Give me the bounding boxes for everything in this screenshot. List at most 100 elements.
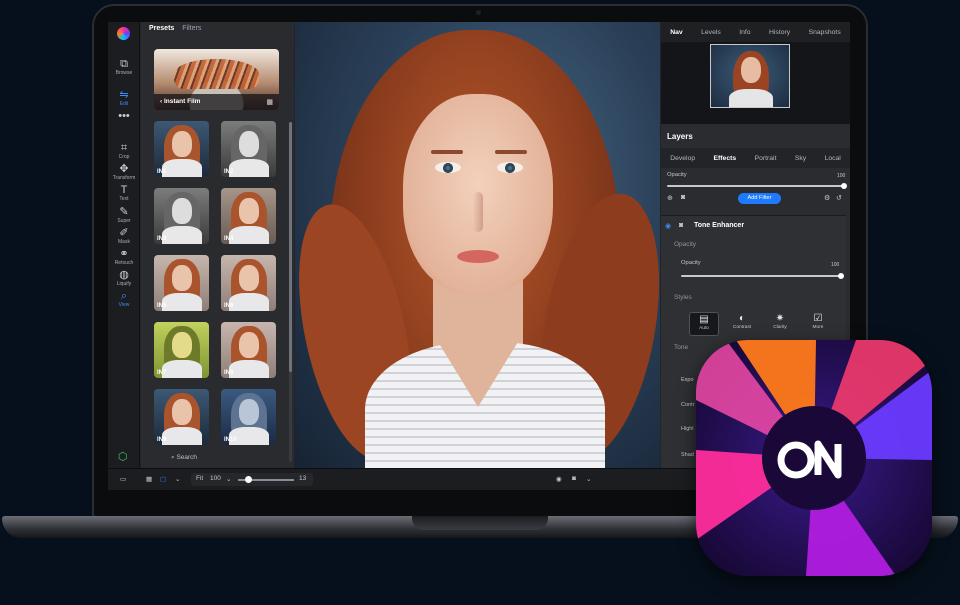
opacity-label: Opacity: [667, 172, 687, 178]
zoom-slider-value: 13: [299, 475, 307, 482]
preset-label: IN3: [157, 236, 167, 242]
panel-toggle-icon[interactable]: ▭: [120, 475, 126, 483]
tab-snapshots[interactable]: Snapshots: [809, 29, 841, 36]
tab-presets[interactable]: Presets: [149, 25, 174, 37]
preset-thumb[interactable]: IN2: [221, 121, 276, 177]
reset-icon[interactable]: ↺: [836, 194, 842, 202]
preset-thumb[interactable]: IN10: [221, 389, 276, 445]
zoom-chevron-icon[interactable]: ⌄: [226, 475, 231, 483]
preset-thumb[interactable]: IN7: [154, 322, 209, 378]
preset-thumb[interactable]: IN6: [221, 255, 276, 311]
preset-thumb[interactable]: IN5: [154, 255, 209, 311]
preset-thumb[interactable]: IN8: [221, 322, 276, 378]
tab-levels[interactable]: Levels: [701, 29, 721, 36]
preview-eye-icon[interactable]: ◉: [556, 475, 562, 483]
tool-super[interactable]: ✎ Super: [108, 206, 140, 224]
preset-label: IN4: [224, 236, 234, 242]
tool-liquify[interactable]: ◍ Liquify: [108, 269, 140, 287]
preset-label: IN8: [224, 370, 234, 376]
view-icon: ⌕: [120, 290, 128, 302]
tab-nav[interactable]: Nav: [670, 29, 682, 36]
retouch-icon: ⚭: [119, 248, 129, 260]
filter-mask-icon[interactable]: ◙: [679, 222, 683, 229]
laptop-camera: [476, 10, 481, 15]
app-icon-logo: [696, 340, 932, 576]
main-photo-canvas[interactable]: [295, 22, 660, 468]
zoom-value[interactable]: 100: [210, 475, 221, 482]
add-filter-button[interactable]: Add Filter: [738, 193, 781, 204]
filter-toggle-icon[interactable]: ◉: [665, 222, 671, 230]
preset-thumb[interactable]: IN3: [154, 188, 209, 244]
tab-effects[interactable]: Effects: [714, 155, 737, 162]
preset-label: IN6: [224, 303, 234, 309]
tool-retouch[interactable]: ⚭ Retouch: [108, 248, 140, 266]
tab-info[interactable]: Info: [739, 29, 750, 36]
tool-view[interactable]: ⌕ View: [108, 290, 140, 308]
layers-title: Layers: [667, 132, 693, 141]
edit-sliders-icon: ⇋: [119, 89, 129, 101]
style-contrast-button[interactable]: ◐ Contrast: [727, 312, 757, 336]
browse-icon: ⧉: [120, 58, 128, 70]
preset-label: IN1: [157, 169, 167, 175]
tool-edit[interactable]: ⇋ Edit: [108, 89, 140, 107]
tone-slider-label: Highl: [681, 426, 694, 432]
tab-local[interactable]: Local: [825, 155, 841, 162]
tone-slider-label: Contr: [681, 402, 695, 408]
tool-crop[interactable]: ⌗ Crop: [108, 142, 140, 160]
preset-label: IN5: [157, 303, 167, 309]
preset-label: IN7: [157, 370, 167, 376]
gear-icon[interactable]: ⚙: [824, 194, 830, 202]
more-icon: ☑: [813, 313, 823, 324]
tab-filters[interactable]: Filters: [182, 25, 201, 37]
grid-view-icon[interactable]: ▦: [266, 98, 273, 106]
style-auto-button[interactable]: ▤ Auto: [689, 312, 719, 336]
auto-icon: ▤: [699, 314, 709, 325]
preset-thumb[interactable]: IN9: [154, 389, 209, 445]
presets-scroll-thumb[interactable]: [289, 122, 292, 372]
preset-category-header[interactable]: ‹ Instant Film ▦: [154, 49, 279, 110]
share-icon[interactable]: ⬡: [118, 450, 128, 463]
preset-thumb[interactable]: IN1: [154, 121, 209, 177]
tab-develop[interactable]: Develop: [670, 155, 695, 162]
preset-label: IN9: [157, 437, 167, 443]
navigator-thumbnail: [710, 44, 790, 108]
preset-thumb[interactable]: IN4: [221, 188, 276, 244]
opacity-value: 100: [837, 173, 846, 179]
tool-text[interactable]: T Text: [108, 184, 140, 202]
single-view-icon[interactable]: ▢: [160, 475, 166, 483]
filter-opacity-section: Opacity: [674, 241, 697, 248]
tone-slider-label: Shad: [681, 452, 694, 458]
tool-transform[interactable]: ✥ Transform: [108, 163, 140, 181]
tool-strip: ⧉ Browse ⇋ Edit ••• ⌗ Crop ✥ Transform T Text…: [108, 22, 140, 476]
more-tools[interactable]: •••: [108, 110, 140, 122]
nav-tabs: Nav Levels Info History Snapshots: [661, 22, 850, 42]
tab-sky[interactable]: Sky: [795, 155, 806, 162]
mask-icon: ✐: [119, 227, 129, 239]
tab-history[interactable]: History: [769, 29, 790, 36]
opacity-slider[interactable]: [667, 185, 845, 187]
mask-layer-icon[interactable]: ◙: [681, 194, 685, 201]
contrast-icon: ◐: [738, 313, 746, 324]
category-image: [174, 59, 259, 89]
filter-opacity-slider[interactable]: [681, 275, 841, 277]
view-mode-chevron-icon[interactable]: ⌄: [175, 475, 180, 483]
add-layer-icon[interactable]: ⊕: [667, 194, 673, 202]
style-more-button[interactable]: ☑ More: [803, 312, 833, 336]
fit-label[interactable]: Fit: [196, 475, 203, 482]
style-clarity-button[interactable]: ✷ Clarity: [765, 312, 795, 336]
app-logo-icon: [117, 27, 130, 40]
zoom-slider-knob[interactable]: [245, 476, 252, 483]
tool-browse[interactable]: ⧉ Browse: [108, 58, 140, 76]
tool-mask[interactable]: ✐ Mask: [108, 227, 140, 245]
compare-chevron-icon[interactable]: ⌄: [586, 475, 591, 483]
opacity-slider-knob[interactable]: [841, 183, 847, 189]
grid-view-icon[interactable]: ▦: [146, 475, 152, 483]
effect-tabs: Develop Effects Portrait Sky Local: [661, 148, 850, 168]
preset-label: IN2: [224, 169, 234, 175]
navigator-preview[interactable]: [661, 42, 850, 124]
tab-portrait[interactable]: Portrait: [755, 155, 777, 162]
preset-search[interactable]: ⌕ Search: [171, 454, 197, 462]
transform-icon: ✥: [119, 163, 129, 175]
filter-opacity-knob[interactable]: [838, 273, 844, 279]
compare-icon[interactable]: ◙: [572, 475, 576, 482]
